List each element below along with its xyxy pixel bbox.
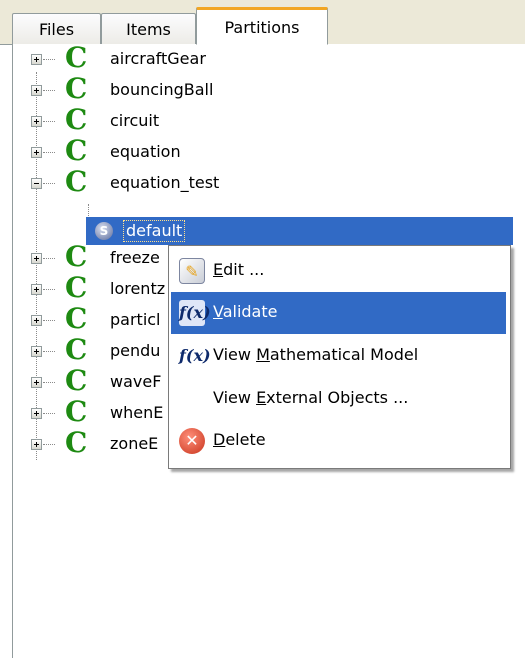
tree-connector-line bbox=[36, 72, 37, 460]
tree-branch bbox=[43, 258, 55, 259]
expand-icon[interactable] bbox=[31, 116, 42, 127]
collapse-icon[interactable] bbox=[31, 178, 42, 189]
expand-icon[interactable] bbox=[31, 85, 42, 96]
menu-item-validate[interactable]: f(x) Validate bbox=[171, 292, 506, 334]
class-icon: C bbox=[65, 271, 88, 304]
fx-icon: f(x) bbox=[179, 346, 211, 365]
tree-item-label: lorentz bbox=[110, 279, 166, 298]
menu-item-view-external-objects[interactable]: View External Objects ... bbox=[171, 378, 506, 420]
tree-item-label: bouncingBall bbox=[110, 80, 214, 99]
tree-branch bbox=[43, 152, 55, 153]
class-icon: C bbox=[65, 134, 88, 167]
expand-icon[interactable] bbox=[31, 408, 42, 419]
expand-icon[interactable] bbox=[31, 346, 42, 357]
tab-strip: Files Items Partitions bbox=[0, 0, 525, 45]
expand-icon[interactable] bbox=[31, 439, 42, 450]
menu-item-view-mathematical-model-label: View Mathematical Model bbox=[213, 345, 419, 364]
context-menu: ✎ Edit ... f(x) Validate f(x) View Mathe… bbox=[168, 245, 511, 469]
tree-branch bbox=[43, 413, 55, 414]
tree-branch bbox=[43, 320, 55, 321]
tree-branch bbox=[43, 382, 55, 383]
class-icon: C bbox=[65, 302, 88, 335]
tab-items[interactable]: Items bbox=[101, 13, 196, 45]
expand-icon[interactable] bbox=[31, 377, 42, 388]
tree-branch bbox=[43, 59, 55, 60]
partition-icon: S bbox=[95, 222, 113, 240]
expand-icon[interactable] bbox=[31, 284, 42, 295]
tree-item-label: zoneE bbox=[110, 434, 159, 453]
menu-item-view-external-objects-label: View External Objects ... bbox=[213, 388, 409, 407]
tab-files-label: Files bbox=[38, 20, 75, 39]
class-icon: C bbox=[65, 364, 88, 397]
expand-icon[interactable] bbox=[31, 315, 42, 326]
fx-validate-icon: f(x) bbox=[179, 300, 211, 326]
class-icon: C bbox=[65, 395, 88, 428]
expand-icon[interactable] bbox=[31, 253, 42, 264]
tree-item-label: pendu bbox=[110, 341, 161, 360]
tree-branch bbox=[43, 121, 55, 122]
tab-files[interactable]: Files bbox=[12, 13, 101, 45]
tree-item-label: particl bbox=[110, 310, 161, 329]
tree-branch bbox=[43, 90, 55, 91]
tree-item-label: equation bbox=[110, 142, 181, 161]
tree-item-label: circuit bbox=[110, 111, 160, 130]
tab-partitions[interactable]: Partitions bbox=[196, 7, 328, 45]
class-icon: C bbox=[65, 103, 88, 136]
tab-partitions-label: Partitions bbox=[224, 17, 300, 37]
class-icon: C bbox=[65, 41, 88, 74]
expand-icon[interactable] bbox=[31, 147, 42, 158]
tree-item-label: freeze bbox=[110, 248, 160, 267]
tree-item-default[interactable]: default bbox=[123, 220, 186, 242]
menu-item-edit-label: Edit ... bbox=[213, 260, 265, 279]
class-icon: C bbox=[65, 72, 88, 105]
menu-item-delete-label: Delete bbox=[213, 430, 266, 449]
class-icon: C bbox=[65, 240, 88, 273]
menu-item-delete[interactable]: ✕ Delete bbox=[171, 420, 506, 462]
tree-item-label: waveF bbox=[110, 372, 162, 391]
tab-items-label: Items bbox=[126, 20, 171, 39]
menu-item-view-mathematical-model[interactable]: f(x) View Mathematical Model bbox=[171, 335, 506, 377]
tree-item-label: equation_test bbox=[110, 173, 220, 192]
menu-item-validate-label: Validate bbox=[213, 302, 278, 321]
tree-branch bbox=[43, 444, 55, 445]
edit-icon: ✎ bbox=[179, 258, 205, 284]
delete-icon: ✕ bbox=[179, 428, 205, 454]
class-icon: C bbox=[65, 426, 88, 459]
tree-item-label: whenE bbox=[110, 403, 164, 422]
class-icon: C bbox=[65, 165, 88, 198]
tree-branch bbox=[43, 289, 55, 290]
tree-branch bbox=[43, 183, 55, 184]
class-icon: C bbox=[65, 333, 88, 366]
tree-item-label: aircraftGear bbox=[110, 49, 206, 68]
menu-item-edit[interactable]: ✎ Edit ... bbox=[171, 250, 506, 292]
tree-branch bbox=[43, 351, 55, 352]
expand-icon[interactable] bbox=[31, 54, 42, 65]
